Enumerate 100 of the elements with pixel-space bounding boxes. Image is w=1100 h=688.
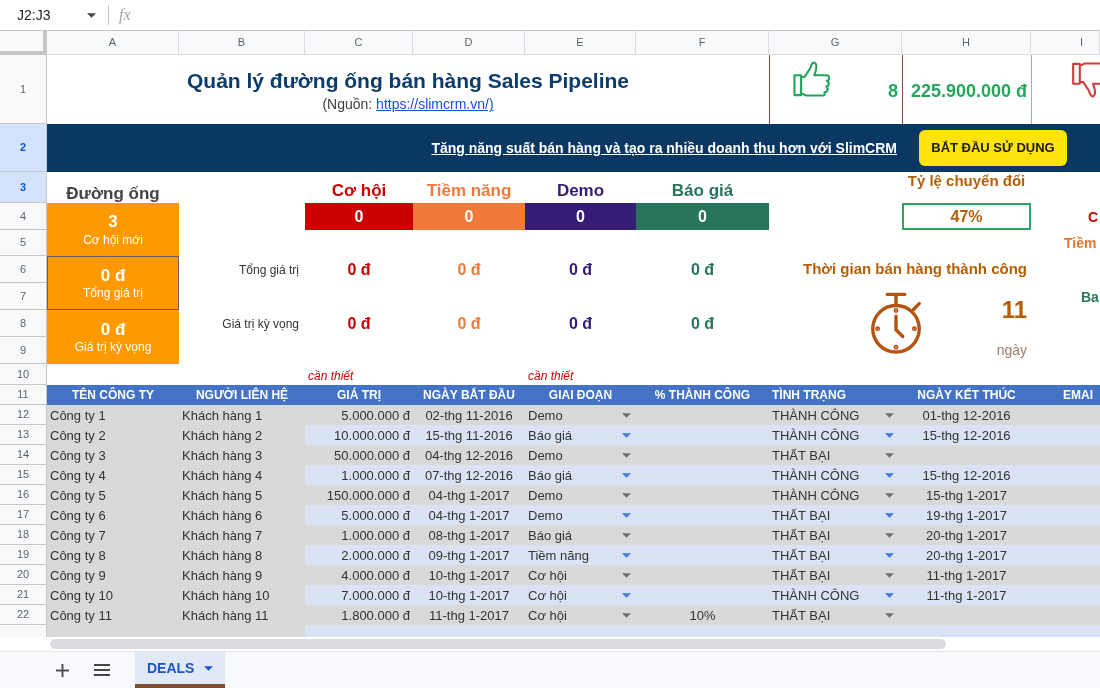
status-dropdown[interactable]: THẤT BẠI [769,545,902,565]
caret-icon [885,452,894,458]
required-note: cần thiết [528,370,574,385]
table-cell: Khách hàng 8 [179,545,305,565]
row-number[interactable]: 18 [0,525,47,545]
column-letter[interactable]: E [525,31,636,55]
column-letter[interactable]: F [636,31,769,55]
start-button[interactable]: BẮT ĐẦU SỬ DỤNG [919,130,1067,166]
stage-expected: 0 đ [457,313,481,334]
stage-dropdown[interactable]: Cơ hội [525,605,636,625]
column-letter[interactable]: C [305,31,413,55]
stage-total: 0 đ [690,259,715,280]
row-number[interactable]: 22 [0,605,47,625]
status-dropdown[interactable]: THÀNH CÔNG [769,585,902,605]
row-number[interactable]: 4 [0,203,47,230]
row-number[interactable]: 2 [0,124,47,172]
column-header: TÊN CÔNG TY [47,385,179,405]
table-cell: 04-thg 1-2017 [413,485,525,505]
row-number[interactable]: 20 [0,565,47,585]
table-cell: 7.000.000 đ [305,585,413,605]
sales-time-unit: ngày [996,343,1027,357]
status-dropdown[interactable]: THÀNH CÔNG [769,485,902,505]
status-dropdown[interactable]: THẤT BẠI [769,605,902,625]
status-dropdown[interactable]: THẤT BẠI [769,565,902,585]
row-number[interactable]: 21 [0,585,47,605]
table-cell [1031,425,1100,445]
table-cell: 5.000.000 đ [305,505,413,525]
stage-dropdown[interactable]: Cơ hội [525,585,636,605]
row-number[interactable]: 14 [0,445,47,465]
stage-total: 0 đ [457,259,481,280]
column-letter[interactable]: D [413,31,525,55]
stage-dropdown[interactable]: Báo giá [525,465,636,485]
row-number[interactable]: 6 [0,256,47,283]
caret-icon [622,412,631,418]
column-header: GIAI ĐOẠN [525,385,636,405]
row-number[interactable]: 12 [0,405,47,425]
row-number[interactable]: 1 [0,55,47,124]
stage-title: Tiềm năng [426,182,512,202]
stage-dropdown[interactable]: Cơ hội [525,565,636,585]
row-number[interactable]: 13 [0,425,47,445]
column-letter[interactable]: A [47,31,179,55]
table-cell: Khách hàng 6 [179,505,305,525]
stage-expected: 0 đ [690,313,715,334]
stage-dropdown[interactable]: Tiềm năng [525,545,636,565]
row-label: Tổng giá trị [238,261,299,279]
column-letter[interactable]: I [1031,31,1100,55]
row-number[interactable]: 3 [0,172,47,203]
row-number-cell[interactable] [0,625,47,637]
source-link[interactable]: https://slimcrm.vn/) [376,96,494,113]
card-label: Giá trị kỳ vọng [74,340,152,356]
table-cell [1031,565,1100,585]
promo-link[interactable]: Tăng năng suất bán hàng và tạo ra nhiều doanh thu hơn với SlimCRM [431,137,897,159]
row-number[interactable]: 7 [0,283,47,310]
column-letter[interactable]: B [179,31,305,55]
status-dropdown[interactable]: THÀNH CÔNG [769,465,902,485]
status-dropdown[interactable]: THẤT BẠI [769,525,902,545]
stage-dropdown[interactable]: Báo giá [525,525,636,545]
status-dropdown[interactable]: THẤT BẠI [769,505,902,525]
stage-dropdown[interactable]: Demo [525,405,636,425]
table-cell: 04-thg 12-2016 [413,445,525,465]
select-all-corner[interactable] [0,31,47,55]
row-number[interactable]: 8 [0,310,47,337]
fx-label: fx [119,7,131,23]
row-number[interactable]: 5 [0,230,47,256]
column-letter[interactable]: H [902,31,1031,55]
row-number[interactable]: 17 [0,505,47,525]
stage-dropdown[interactable]: Demo [525,485,636,505]
row-number[interactable]: 10 [0,364,47,385]
status-dropdown[interactable]: THÀNH CÔNG [769,425,902,445]
card-value: 3 [108,211,118,233]
row-number[interactable]: 11 [0,385,47,405]
stage-dropdown[interactable]: Demo [525,445,636,465]
row-number[interactable]: 9 [0,337,47,364]
stage-total: 0 đ [347,259,371,280]
status-dropdown[interactable]: THẤT BẠI [769,445,902,465]
column-header: EMAI [1031,385,1100,405]
row-number[interactable]: 16 [0,485,47,505]
scrollbar-thumb[interactable] [50,639,946,649]
card-label: Cơ hội mới [83,232,143,248]
stage-title: Demo [556,182,605,202]
table-cell [1031,585,1100,605]
caret-icon [622,612,631,618]
table-cell: 10.000.000 đ [305,425,413,445]
caret-icon [622,472,631,478]
table-cell: 4.000.000 đ [305,565,413,585]
thumbs-up-icon [793,60,831,97]
name-box[interactable]: J2:J3 [0,2,100,28]
row-number[interactable]: 15 [0,465,47,485]
stage-name: Ba [1081,289,1099,304]
table-cell: 19-thg 1-2017 [902,505,1031,525]
column-letter[interactable]: G [769,31,902,55]
sheet-tab[interactable]: DEALS [135,652,226,688]
stage-expected: 0 đ [347,313,371,334]
table-cell: Khách hàng 1 [179,405,305,425]
stage-dropdown[interactable]: Báo giá [525,425,636,445]
status-dropdown[interactable]: THÀNH CÔNG [769,405,902,425]
caret-icon [622,492,631,498]
row-number[interactable]: 19 [0,545,47,565]
thumbs-down-icon [1071,62,1100,99]
stage-dropdown[interactable]: Demo [525,505,636,525]
